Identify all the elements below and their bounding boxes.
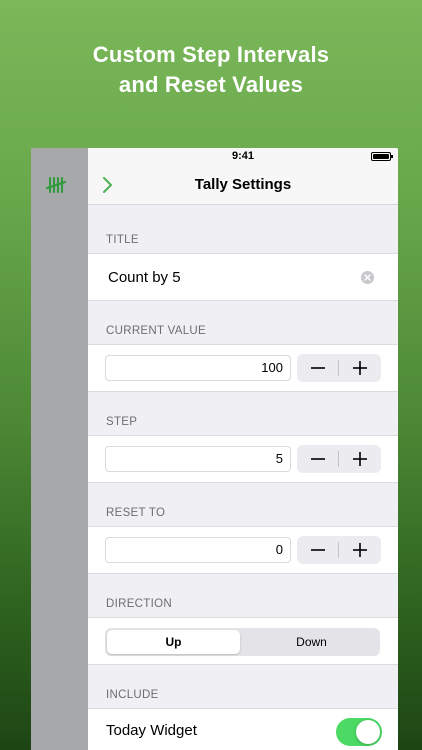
plus-icon bbox=[353, 452, 367, 466]
today-widget-toggle[interactable] bbox=[336, 718, 382, 746]
reset-to-decrement-button[interactable] bbox=[297, 536, 339, 564]
nav-bar: Tally Settings bbox=[88, 166, 398, 205]
step-cell: 5 bbox=[88, 435, 398, 483]
step-decrement-button[interactable] bbox=[297, 445, 339, 473]
direction-down-segment[interactable]: Down bbox=[245, 630, 378, 654]
step-field[interactable]: 5 bbox=[105, 446, 291, 472]
settings-panel: 9:41 Tally Settings TITLE Count by 5 CUR… bbox=[88, 148, 398, 750]
page-title: Tally Settings bbox=[194, 176, 292, 193]
reset-to-cell: 0 bbox=[88, 526, 398, 574]
headline-line-2: and Reset Values bbox=[118, 72, 304, 97]
current-value-increment-button[interactable] bbox=[339, 354, 381, 382]
today-widget-label: Today Widget bbox=[106, 722, 197, 739]
step-increment-button[interactable] bbox=[339, 445, 381, 473]
status-bar: 9:41 bbox=[88, 148, 398, 166]
step-stepper bbox=[297, 445, 381, 473]
section-label-step: STEP bbox=[106, 416, 138, 428]
section-label-title: TITLE bbox=[106, 234, 139, 246]
current-value-stepper bbox=[297, 354, 381, 382]
clear-icon[interactable] bbox=[361, 271, 374, 284]
section-label-reset-to: RESET TO bbox=[106, 507, 166, 519]
title-cell: Count by 5 bbox=[88, 253, 398, 301]
minus-icon bbox=[311, 458, 325, 460]
current-value-field[interactable]: 100 bbox=[105, 355, 291, 381]
direction-up-segment[interactable]: Up bbox=[107, 630, 240, 654]
today-widget-cell: Today Widget bbox=[88, 708, 398, 750]
device-screen: 9:41 Tally Settings TITLE Count by 5 CUR… bbox=[31, 148, 398, 750]
plus-icon bbox=[353, 543, 367, 557]
direction-cell: Up Down bbox=[88, 617, 398, 665]
minus-icon bbox=[311, 367, 325, 369]
reset-to-stepper bbox=[297, 536, 381, 564]
tally-marks-icon[interactable] bbox=[46, 176, 66, 194]
headline: Custom Step Intervals and Reset Values bbox=[0, 40, 422, 100]
reset-to-increment-button[interactable] bbox=[339, 536, 381, 564]
reset-to-field[interactable]: 0 bbox=[105, 537, 291, 563]
direction-segmented-control: Up Down bbox=[105, 628, 380, 656]
minus-icon bbox=[311, 549, 325, 551]
current-value-decrement-button[interactable] bbox=[297, 354, 339, 382]
sidebar bbox=[31, 148, 88, 750]
current-value-cell: 100 bbox=[88, 344, 398, 392]
title-field[interactable]: Count by 5 bbox=[108, 269, 348, 286]
plus-icon bbox=[353, 361, 367, 375]
section-label-direction: DIRECTION bbox=[106, 598, 172, 610]
section-label-include: INCLUDE bbox=[106, 689, 159, 701]
section-label-current-value: CURRENT VALUE bbox=[106, 325, 206, 337]
toggle-knob bbox=[356, 720, 380, 744]
battery-icon bbox=[371, 152, 393, 161]
headline-line-1: Custom Step Intervals bbox=[92, 42, 330, 67]
status-time: 9:41 bbox=[231, 150, 255, 162]
